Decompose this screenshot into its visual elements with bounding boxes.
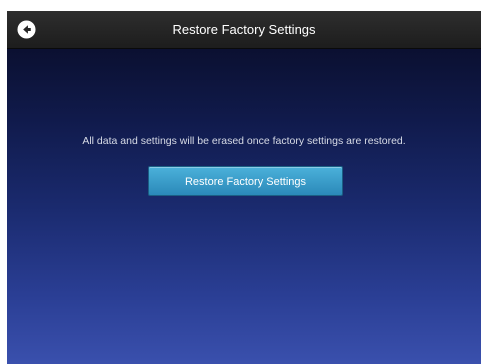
page-title: Restore Factory Settings [172, 22, 316, 37]
device-screen: Restore Factory Settings All data and se… [7, 11, 481, 364]
restore-factory-settings-button[interactable]: Restore Factory Settings [148, 166, 343, 196]
warning-message: All data and settings will be erased onc… [82, 135, 406, 147]
title-bar: Restore Factory Settings [7, 11, 481, 49]
main-content: All data and settings will be erased onc… [7, 49, 481, 364]
